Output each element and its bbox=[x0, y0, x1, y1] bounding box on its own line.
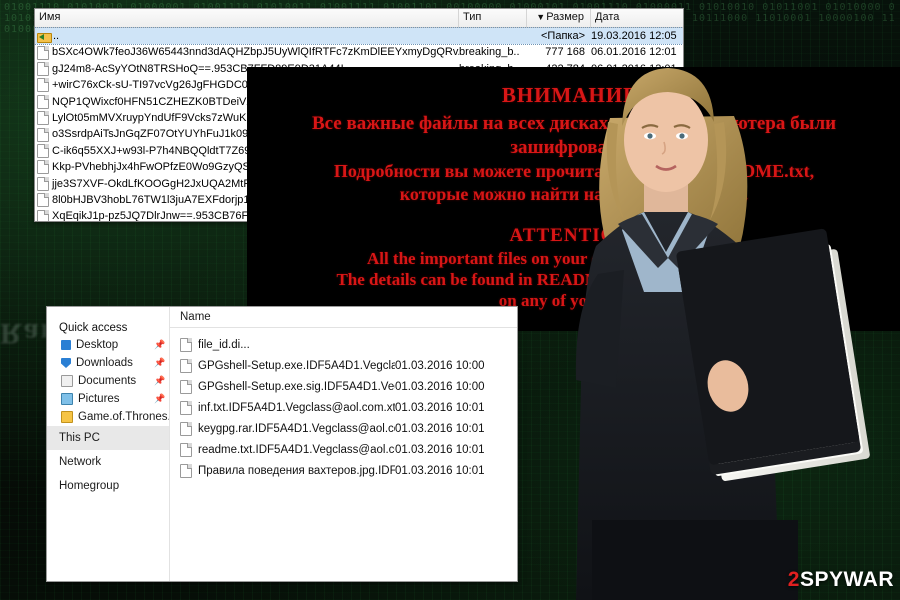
file-name-label: o3SsrdpAiTsJnGqZF07OtYUYhFuJ1k09+ bbox=[52, 128, 255, 141]
file-name-label: keygpg.rar.IDF5A4D1.Vegclass@aol.com.... bbox=[198, 422, 395, 435]
list-item[interactable]: Правила поведения вахтеров.jpg.IDF5A...0… bbox=[170, 460, 517, 481]
list-item[interactable]: GPGshell-Setup.exe.sig.IDF5A4D1.Vegclas.… bbox=[170, 376, 517, 397]
file-name-cell[interactable]: GPGshell-Setup.exe.sig.IDF5A4D1.Vegclas.… bbox=[170, 379, 395, 394]
file-name-label: bSXc4OWk7feoJ36W65443nnd3dAQHZbpJ5UyWlQI… bbox=[52, 46, 459, 59]
file-name-label: Kkp-PVhebhjJx4hFwOPfzE0Wo9GzyQSx bbox=[52, 161, 256, 174]
desktop-icon bbox=[61, 340, 71, 350]
file-name-label: readme.txt.IDF5A4D1.Vegclass@aol.com.... bbox=[198, 443, 395, 456]
file-name-label: GPGshell-Setup.exe.IDF5A4D1.Vegclass@... bbox=[198, 359, 395, 372]
explorer-column-name[interactable]: Name bbox=[170, 311, 395, 323]
file-icon bbox=[180, 379, 192, 394]
file-icon bbox=[180, 400, 192, 415]
file-icon bbox=[180, 421, 192, 436]
file-icon bbox=[37, 111, 49, 126]
file-name-label: +wirC76xCk-sU-TI97vcVg26JgFHGDC0lN bbox=[52, 79, 259, 92]
file-name-label: jje3S7XVF-OkdLfKOOGgH2JxUQA2MtPfF bbox=[52, 177, 261, 190]
folder-icon bbox=[61, 411, 73, 423]
file-icon bbox=[37, 94, 49, 109]
sidebar-item-label: Downloads bbox=[76, 357, 133, 369]
file-name-cell[interactable]: bSXc4OWk7feoJ36W65443nnd3dAQHZbpJ5UyWlQI… bbox=[35, 44, 459, 60]
explorer-content-pane[interactable]: Name file_id.di... GPGshell-Setup.exe.IDF… bbox=[170, 307, 517, 581]
pin-icon[interactable]: 📌 bbox=[154, 376, 165, 386]
file-name-label: LylOt05mMVXruypYndUfF9Vcks7zWuKNcT bbox=[52, 111, 267, 124]
file-icon bbox=[37, 176, 49, 191]
sidebar-item-label: Pictures bbox=[78, 393, 120, 405]
file-date-cell: 01.03.2016 10:01 bbox=[395, 422, 485, 435]
watermark-prefix: 2 bbox=[787, 568, 800, 591]
woman-illustration bbox=[575, 68, 870, 600]
file-name-cell[interactable]: readme.txt.IDF5A4D1.Vegclass@aol.com.... bbox=[170, 442, 395, 457]
sidebar-item-game-of-thrones-s0[interactable]: Game.of.Thrones.S0 bbox=[47, 408, 169, 426]
file-icon bbox=[37, 143, 49, 158]
file-icon bbox=[37, 61, 49, 76]
file-icon bbox=[37, 193, 49, 208]
file-icon bbox=[37, 45, 49, 60]
pin-icon[interactable]: 📌 bbox=[154, 340, 165, 350]
file-name-cell[interactable]: Правила поведения вахтеров.jpg.IDF5A... bbox=[170, 463, 395, 478]
sidebar-item-network[interactable]: Network bbox=[47, 450, 169, 474]
sidebar-item-downloads[interactable]: Downloads 📌 bbox=[47, 354, 169, 372]
file-name-label: .. bbox=[53, 30, 60, 42]
watermark-logo: 2SPYWAR bbox=[788, 568, 894, 592]
documents-icon bbox=[61, 375, 73, 387]
explorer-navigation-pane[interactable]: Quick access Desktop 📌 Downloads 📌 Documents… bbox=[47, 307, 170, 581]
file-icon bbox=[180, 442, 192, 457]
list-item[interactable]: keygpg.rar.IDF5A4D1.Vegclass@aol.com....… bbox=[170, 418, 517, 439]
file-name-label: Правила поведения вахтеров.jpg.IDF5A... bbox=[198, 464, 395, 477]
sidebar-item-label: Network bbox=[59, 456, 102, 468]
file-icon bbox=[37, 160, 49, 175]
file-name-cell[interactable]: file_id.di... bbox=[170, 337, 395, 352]
watermark-text: SPYWAR bbox=[799, 568, 894, 591]
file-name-label: NQP1QWixcf0HFN51CZHEZK0BTDeiVzBE bbox=[52, 95, 267, 108]
sidebar-item-label: This PC bbox=[59, 432, 100, 444]
file-name-cell[interactable]: keygpg.rar.IDF5A4D1.Vegclass@aol.com.... bbox=[170, 421, 395, 436]
folder-up-icon bbox=[37, 31, 52, 43]
list-item[interactable]: GPGshell-Setup.exe.IDF5A4D1.Vegclass@...… bbox=[170, 355, 517, 376]
file-icon bbox=[180, 337, 192, 352]
sidebar-item-label: Homegroup bbox=[59, 480, 120, 492]
file-name-label: C-ik6q55XXJ+w93l-P7h4NBQQldtT7Z69m1 bbox=[52, 144, 266, 157]
file-date-cell: 01.03.2016 10:01 bbox=[395, 464, 485, 477]
file-name-label: inf.txt.IDF5A4D1.Vegclass@aol.com.xtbl bbox=[198, 401, 395, 414]
list-item[interactable]: inf.txt.IDF5A4D1.Vegclass@aol.com.xtbl 01… bbox=[170, 397, 517, 418]
file-name-label: GPGshell-Setup.exe.sig.IDF5A4D1.Vegclas.… bbox=[198, 380, 395, 393]
list-item[interactable]: file_id.di... bbox=[170, 334, 517, 355]
list-item[interactable]: readme.txt.IDF5A4D1.Vegclass@aol.com....… bbox=[170, 439, 517, 460]
sidebar-item-label: Game.of.Thrones.S0 bbox=[78, 411, 169, 423]
downloads-icon bbox=[61, 358, 71, 368]
pin-icon[interactable]: 📌 bbox=[154, 358, 165, 368]
file-name-cell[interactable]: inf.txt.IDF5A4D1.Vegclass@aol.com.xtbl bbox=[170, 400, 395, 415]
file-icon bbox=[37, 209, 49, 221]
explorer-column-header: Name bbox=[170, 307, 517, 328]
sidebar-item-homegroup[interactable]: Homegroup bbox=[47, 474, 169, 498]
file-name-label: XqEqikJ1p-pz5JQ7DlrJnw==.953CB76FE bbox=[52, 210, 256, 222]
file-name-cell[interactable]: .. bbox=[35, 28, 459, 44]
file-icon bbox=[180, 463, 192, 478]
file-icon bbox=[37, 127, 49, 142]
sidebar-item-label: Desktop bbox=[76, 339, 119, 351]
sidebar-item-pictures[interactable]: Pictures 📌 bbox=[47, 390, 169, 408]
file-name-label: 8l0bHJBV3hobL76TW1l3juA7EXFdorjp1ZW bbox=[52, 193, 267, 206]
file-date-cell: 01.03.2016 10:00 bbox=[395, 359, 485, 372]
file-date-cell: 01.03.2016 10:01 bbox=[395, 443, 485, 456]
column-header-name[interactable]: Имя bbox=[35, 9, 459, 27]
sidebar-item-label: Documents bbox=[78, 375, 137, 387]
sidebar-item-this-pc[interactable]: This PC bbox=[47, 426, 169, 450]
file-name-label: file_id.di... bbox=[198, 338, 250, 351]
pictures-icon bbox=[61, 393, 73, 405]
pin-icon[interactable]: 📌 bbox=[154, 394, 165, 404]
file-date-cell: 01.03.2016 10:01 bbox=[395, 401, 485, 414]
sidebar-item-desktop[interactable]: Desktop 📌 bbox=[47, 336, 169, 354]
explorer-window[interactable]: Quick access Desktop 📌 Downloads 📌 Documents… bbox=[46, 306, 518, 582]
quick-access-label[interactable]: Quick access bbox=[47, 320, 169, 336]
file-name-cell[interactable]: GPGshell-Setup.exe.IDF5A4D1.Vegclass@... bbox=[170, 358, 395, 373]
file-icon bbox=[180, 358, 192, 373]
explorer-file-list[interactable]: file_id.di... GPGshell-Setup.exe.IDF5A4D1… bbox=[170, 328, 517, 481]
file-date-cell: 01.03.2016 10:00 bbox=[395, 380, 485, 393]
file-icon bbox=[37, 78, 49, 93]
stock-photo-woman: 2SPYWAR bbox=[514, 0, 900, 600]
sidebar-item-documents[interactable]: Documents 📌 bbox=[47, 372, 169, 390]
